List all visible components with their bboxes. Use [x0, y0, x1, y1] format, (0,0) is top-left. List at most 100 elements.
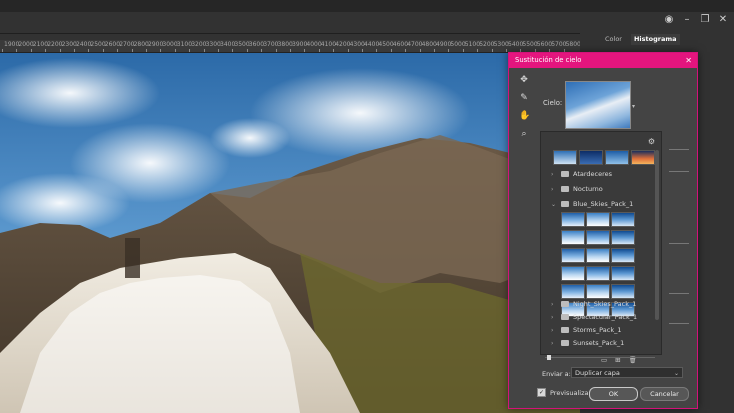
- landscape-photo: [0, 53, 580, 413]
- sky-thumbnail[interactable]: [611, 212, 635, 227]
- zoom-icon[interactable]: ⌕: [519, 129, 529, 139]
- user-icon[interactable]: ◉: [664, 14, 674, 25]
- ruler-tick-label: 3500: [234, 41, 250, 48]
- ruler-tick-mark: [376, 49, 378, 52]
- dialog-toolbar: ✥ ✎ ✋ ⌕: [519, 75, 530, 139]
- ruler-tick-mark: [275, 49, 277, 52]
- image-canvas[interactable]: [0, 53, 580, 413]
- folder-icon: [561, 186, 569, 192]
- ruler-tick-label: 5300: [493, 41, 509, 48]
- ruler-tick-mark: [146, 49, 147, 52]
- ruler-tick-label: 4700: [407, 41, 423, 48]
- tab-histogram[interactable]: Histograma: [630, 34, 680, 45]
- folder-icon: [561, 340, 569, 346]
- dialog-titlebar: Sustitución de cielo ✕: [509, 53, 697, 68]
- thumbnail-size-slider[interactable]: [545, 355, 655, 360]
- sky-thumbnail[interactable]: [631, 150, 655, 165]
- sky-thumbnail[interactable]: [561, 230, 585, 245]
- ruler-tick-mark: [131, 49, 133, 52]
- ruler-tick-mark: [16, 49, 18, 52]
- adjustment-slider[interactable]: [669, 149, 689, 150]
- tab-color[interactable]: Color: [602, 34, 625, 45]
- sky-label: Cielo:: [543, 99, 563, 107]
- sky-thumbnail[interactable]: [611, 266, 635, 281]
- sky-replacement-dialog: Sustitución de cielo ✕ ✥ ✎ ✋ ⌕ Cielo: ▾ …: [508, 52, 698, 409]
- ruler-tick-mark: [347, 49, 349, 52]
- ruler-tick-mark: [261, 49, 263, 52]
- ok-button[interactable]: OK: [589, 387, 638, 401]
- folder-row-expanded[interactable]: ⌄ Blue_Skies_Pack_1: [551, 198, 643, 210]
- ruler-tick-mark: [189, 49, 191, 52]
- ruler-tick-label: 3900: [292, 41, 308, 48]
- ruler-tick-mark: [419, 49, 421, 52]
- adjustment-slider[interactable]: [669, 323, 689, 324]
- ruler-tick-label: 3200: [191, 41, 207, 48]
- preview-checkbox[interactable]: ✓ Previsualizar: [537, 388, 591, 397]
- cancel-button[interactable]: Cancelar: [640, 387, 689, 401]
- sky-thumbnail[interactable]: [586, 284, 610, 299]
- restore-icon[interactable]: ❐: [700, 14, 710, 25]
- sky-thumbnail[interactable]: [586, 248, 610, 263]
- ruler-tick-mark: [232, 49, 234, 52]
- sky-thumbnail[interactable]: [553, 150, 577, 165]
- move-icon[interactable]: ✥: [519, 75, 529, 85]
- close-icon[interactable]: ✕: [718, 14, 728, 25]
- gear-icon[interactable]: ⚙: [648, 137, 655, 146]
- minimize-icon[interactable]: –: [682, 14, 692, 25]
- folder-icon: [561, 201, 569, 207]
- ruler-tick-label: 1900: [4, 41, 20, 48]
- sky-thumbnail[interactable]: [561, 212, 585, 227]
- sky-thumbnail[interactable]: [586, 212, 610, 227]
- close-icon[interactable]: ✕: [685, 53, 692, 68]
- popup-scrollbar[interactable]: [655, 150, 659, 320]
- ruler-tick-mark: [45, 49, 47, 52]
- adjustment-slider[interactable]: [669, 243, 689, 244]
- sky-preview-thumbnail[interactable]: [565, 81, 631, 129]
- folder-row[interactable]: › Nocturno: [551, 183, 643, 195]
- sky-thumbnail[interactable]: [605, 150, 629, 165]
- hand-icon[interactable]: ✋: [519, 111, 530, 121]
- sky-thumbnail[interactable]: [611, 248, 635, 263]
- dialog-title: Sustitución de cielo: [515, 56, 582, 64]
- slider-knob[interactable]: [547, 355, 551, 360]
- chevron-down-icon: ⌄: [551, 200, 557, 208]
- ruler-tick-mark: [218, 49, 219, 52]
- chevron-right-icon: ›: [551, 300, 554, 308]
- folder-icon: [561, 314, 569, 320]
- folder-row[interactable]: › Spectacular_Pack_1: [551, 311, 643, 323]
- ruler-tick-mark: [117, 49, 119, 52]
- folder-row[interactable]: › Storms_Pack_1: [551, 324, 643, 336]
- ruler-tick-label: 3100: [176, 41, 193, 48]
- sky-thumbnail[interactable]: [586, 266, 610, 281]
- ruler-tick-label: 2500: [90, 41, 106, 48]
- folder-icon: [561, 171, 569, 177]
- ruler-tick-label: 5500: [522, 41, 538, 48]
- chevron-down-icon[interactable]: ▾: [632, 103, 635, 110]
- sky-thumbnail[interactable]: [561, 248, 585, 263]
- sky-thumbnail[interactable]: [561, 266, 585, 281]
- ruler-tick-label: 3600: [248, 41, 265, 48]
- sky-thumbnail[interactable]: [579, 150, 603, 165]
- folder-row[interactable]: › Sunsets_Pack_1: [551, 337, 643, 349]
- chevron-right-icon: ›: [551, 170, 554, 178]
- ruler-tick-mark: [160, 49, 162, 52]
- checkbox-checked-icon[interactable]: ✓: [537, 388, 546, 397]
- ruler-tick-mark: [30, 49, 32, 52]
- ruler-tick-label: 3800: [277, 41, 293, 48]
- sky-thumbnail[interactable]: [611, 230, 635, 245]
- folder-row[interactable]: › Night_Skies_Pack_1: [551, 298, 643, 310]
- sky-thumbnail[interactable]: [611, 284, 635, 299]
- sky-thumbnail[interactable]: [586, 230, 610, 245]
- folder-row[interactable]: › Atardeceres: [551, 168, 643, 180]
- adjustment-slider[interactable]: [669, 293, 689, 294]
- brush-icon[interactable]: ✎: [519, 93, 529, 103]
- ruler-tick-label: 5000: [450, 41, 466, 48]
- ruler-tick-label: 2800: [133, 41, 149, 48]
- ruler-tick-label: 2600: [104, 41, 121, 48]
- adjustment-slider[interactable]: [669, 171, 689, 172]
- ruler-tick-label: 4900: [436, 41, 452, 48]
- send-to-select[interactable]: Duplicar capa ⌄: [571, 367, 683, 378]
- sky-picker-popup: ⚙ › Atardeceres › Nocturno ⌄ Blue_Skies_…: [540, 131, 662, 364]
- app-menubar: [0, 0, 734, 12]
- sky-thumbnail[interactable]: [561, 284, 585, 299]
